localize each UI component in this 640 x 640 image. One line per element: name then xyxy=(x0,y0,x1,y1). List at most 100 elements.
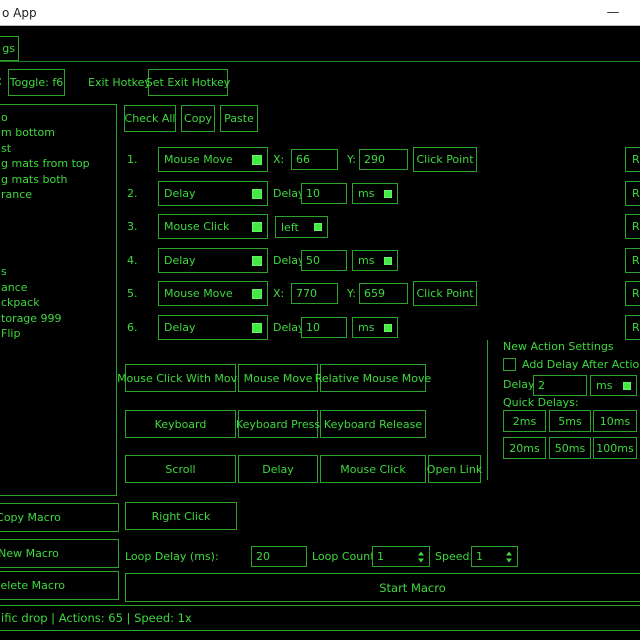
macro-list-item[interactable]: torage 999 xyxy=(1,311,116,326)
macro-list-item[interactable]: s xyxy=(1,264,116,279)
delay-input[interactable]: 2 xyxy=(533,375,587,396)
action-row-number: 2. xyxy=(127,188,138,200)
dropdown-indicator-icon xyxy=(252,222,262,232)
status-bar: ific drop | Actions: 65 | Speed: 1x xyxy=(0,605,640,631)
action-type-dropdown[interactable]: Delay xyxy=(158,181,268,206)
delay-unit-dropdown[interactable]: ms xyxy=(352,183,398,204)
action-type-dropdown[interactable]: Mouse Move xyxy=(158,147,268,172)
macro-list-item[interactable]: g mats both xyxy=(1,172,116,187)
stepper-arrows-icon[interactable] xyxy=(506,551,512,562)
macro-list-item[interactable]: g mats from top xyxy=(1,156,116,171)
delay-unit-dropdown[interactable]: ms xyxy=(352,317,398,338)
check-all-button[interactable]: Check All xyxy=(124,105,176,132)
status-text: ific drop | Actions: 65 | Speed: 1x xyxy=(1,611,192,625)
right-click-button[interactable]: Right Click xyxy=(125,502,237,530)
delay-value-input[interactable]: 10 xyxy=(301,183,347,204)
palette-button-mouse-click[interactable]: Mouse Click xyxy=(320,455,426,483)
macro-list-item[interactable]: m bottom xyxy=(1,125,116,140)
palette-button-delay[interactable]: Delay xyxy=(238,455,318,483)
click-point-button[interactable]: Click Point xyxy=(413,281,477,306)
delay-label: Delay xyxy=(273,188,305,200)
paste-button[interactable]: Paste xyxy=(220,105,258,132)
quick-delay-button-2ms[interactable]: 2ms xyxy=(503,410,546,432)
add-delay-checkbox[interactable] xyxy=(503,358,516,371)
delete-macro-button[interactable]: Delete Macro xyxy=(0,571,119,600)
delay-unit-dropdown[interactable]: ms xyxy=(352,250,398,271)
action-type-dropdown[interactable]: Delay xyxy=(158,248,268,273)
macro-list[interactable]: om bottomstg mats from topg mats bothran… xyxy=(0,104,117,496)
minimize-icon[interactable]: — xyxy=(596,0,630,25)
palette-button-open-link[interactable]: Open Link xyxy=(428,455,481,483)
mouse-button-dropdown[interactable]: left xyxy=(275,216,328,238)
y-input[interactable]: 290 xyxy=(359,149,408,170)
start-macro-button[interactable]: Start Macro xyxy=(125,573,640,602)
tab-partial[interactable]: gs xyxy=(0,36,19,61)
macro-list-item[interactable] xyxy=(1,234,116,249)
palette-button-keyboard-press[interactable]: Keyboard Press xyxy=(238,410,318,438)
palette-button-mouse-move[interactable]: Mouse Move xyxy=(238,364,318,392)
quick-delay-button-50ms[interactable]: 50ms xyxy=(549,437,591,459)
action-row-number: 6. xyxy=(127,322,138,334)
macro-list-item[interactable] xyxy=(1,203,116,218)
palette-button-keyboard[interactable]: Keyboard xyxy=(125,410,236,438)
x-input[interactable]: 770 xyxy=(291,283,338,304)
click-point-button[interactable]: Click Point xyxy=(413,147,477,172)
loop-delay-label: Loop Delay (ms): xyxy=(125,551,219,563)
delay-unit-dropdown[interactable]: ms xyxy=(590,375,637,396)
macro-list-item[interactable] xyxy=(1,249,116,264)
x-label: X: xyxy=(273,288,284,300)
palette-button-relative-mouse-move[interactable]: Relative Mouse Move xyxy=(320,364,426,392)
dropdown-indicator-icon xyxy=(252,289,262,299)
set-exit-hotkey-button[interactable]: Set Exit Hotkey xyxy=(148,69,228,96)
delay-label: Delay xyxy=(273,255,305,267)
action-type-dropdown[interactable]: Delay xyxy=(158,315,268,340)
macro-list-item[interactable]: ance xyxy=(1,280,116,295)
quick-delay-button-100ms[interactable]: 100ms xyxy=(593,437,637,459)
speed-stepper[interactable]: 1 xyxy=(471,546,518,567)
action-type-dropdown[interactable]: Mouse Click xyxy=(158,214,268,239)
remove-action-button[interactable]: R xyxy=(625,315,640,340)
macro-list-item[interactable] xyxy=(1,218,116,233)
quick-delay-button-5ms[interactable]: 5ms xyxy=(549,410,591,432)
app-window: o App — gs : Toggle: f6 Exit Hotkey: Set… xyxy=(0,0,640,640)
macro-list-items: om bottomstg mats from topg mats bothran… xyxy=(0,105,116,342)
dropdown-indicator-icon xyxy=(623,382,631,390)
quick-delay-button-20ms[interactable]: 20ms xyxy=(503,437,546,459)
quick-delays-label: Quick Delays: xyxy=(503,397,579,409)
remove-action-button[interactable]: R xyxy=(625,281,640,306)
x-input[interactable]: 66 xyxy=(291,149,338,170)
remove-action-button[interactable]: R xyxy=(625,147,640,172)
macro-list-item[interactable]: ckpack xyxy=(1,295,116,310)
delay-value-input[interactable]: 10 xyxy=(301,317,347,338)
macro-list-item[interactable]: rance xyxy=(1,187,116,202)
speed-value: 1 xyxy=(476,550,483,563)
action-row-number: 1. xyxy=(127,154,138,166)
dropdown-indicator-icon xyxy=(314,223,322,231)
remove-action-button[interactable]: R xyxy=(625,248,640,273)
y-input[interactable]: 659 xyxy=(359,283,408,304)
copy-button[interactable]: Copy xyxy=(181,105,215,132)
loop-delay-input[interactable]: 20 xyxy=(251,546,307,567)
delay-label: Delay xyxy=(273,322,305,334)
palette-button-mouse-click-with-move[interactable]: Mouse Click With Move xyxy=(125,364,236,392)
y-label: Y: xyxy=(347,288,356,300)
remove-action-button[interactable]: R xyxy=(625,214,640,239)
palette-button-scroll[interactable]: Scroll xyxy=(125,455,236,483)
remove-action-button[interactable]: R xyxy=(625,181,640,206)
stepper-arrows-icon[interactable] xyxy=(418,551,424,562)
x-label: X: xyxy=(273,154,284,166)
macro-list-item[interactable]: o xyxy=(1,110,116,125)
copy-macro-button[interactable]: Copy Macro xyxy=(0,503,119,532)
dropdown-indicator-icon xyxy=(384,190,392,198)
palette-button-keyboard-release[interactable]: Keyboard Release xyxy=(320,410,426,438)
quick-delay-button-10ms[interactable]: 10ms xyxy=(593,410,637,432)
action-row-number: 3. xyxy=(127,221,138,233)
action-type-dropdown[interactable]: Mouse Move xyxy=(158,281,268,306)
macro-list-item[interactable]: Flip xyxy=(1,326,116,341)
delay-value-input[interactable]: 50 xyxy=(301,250,347,271)
macro-list-item[interactable]: st xyxy=(1,141,116,156)
loop-count-stepper[interactable]: 1 xyxy=(372,546,430,567)
toggle-hotkey-button[interactable]: Toggle: f6 xyxy=(8,69,65,96)
new-macro-button[interactable]: New Macro xyxy=(0,539,119,568)
loop-count-label: Loop Count: xyxy=(312,551,378,563)
